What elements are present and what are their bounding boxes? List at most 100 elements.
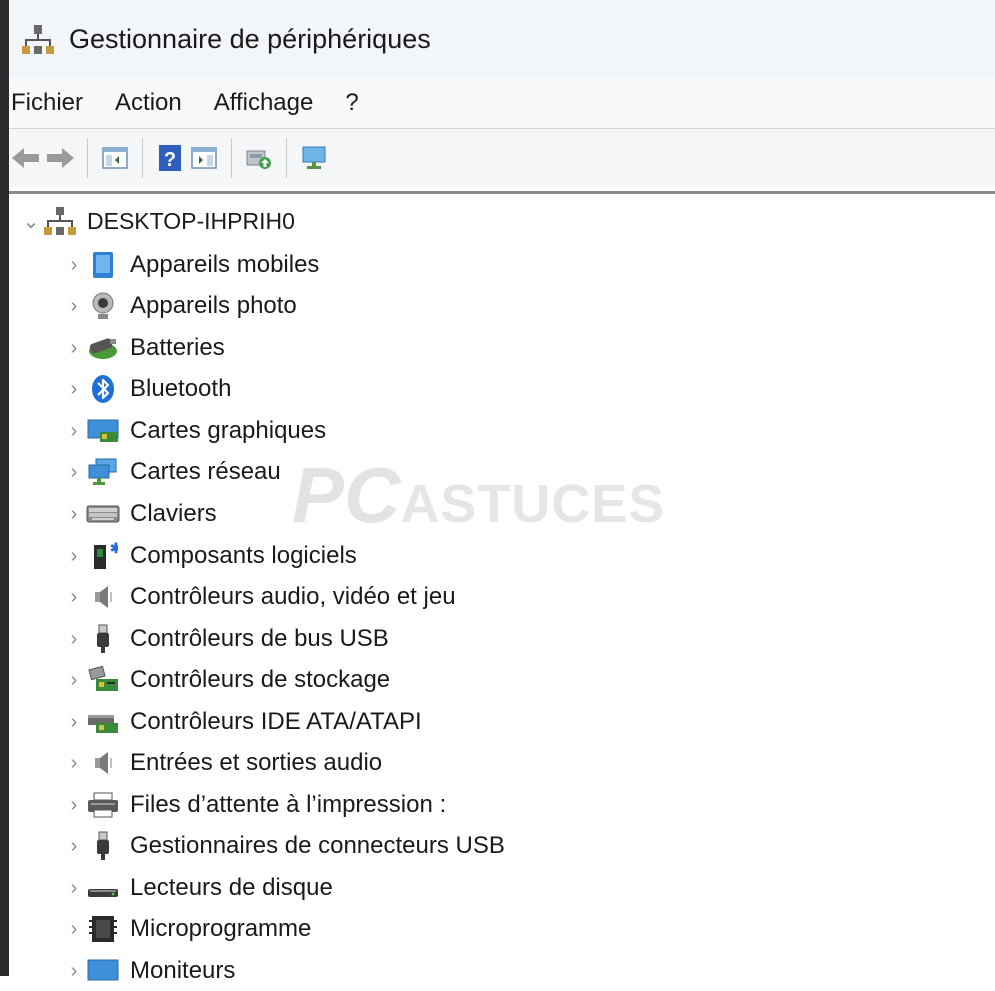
- menu-help[interactable]: ?: [345, 85, 358, 121]
- chevron-right-icon[interactable]: ›: [64, 835, 84, 858]
- tree-item-entrees-sorties-audio[interactable]: › Entrées et sorties audio: [64, 743, 382, 783]
- help-button[interactable]: ?: [153, 141, 187, 175]
- chevron-right-icon[interactable]: ›: [64, 918, 84, 941]
- tree-item-label: Gestionnaires de connecteurs USB: [130, 832, 505, 859]
- show-hide-console-tree-button[interactable]: [98, 141, 132, 175]
- bluetooth-icon: [84, 373, 122, 405]
- usb-plug-icon: [84, 830, 122, 862]
- tree-top-border: [9, 191, 995, 194]
- tree-item-label: Cartes réseau: [130, 458, 281, 485]
- tree-item-bluetooth[interactable]: › Bluetooth: [64, 369, 231, 409]
- display-button[interactable]: [297, 141, 331, 175]
- chevron-right-icon[interactable]: ›: [64, 794, 84, 817]
- tree-item-files-attente-impression[interactable]: › Files d’attente à l’impression :: [64, 785, 446, 825]
- tree-item-label: Entrées et sorties audio: [130, 749, 383, 776]
- tree-item-moniteurs[interactable]: › Moniteurs: [64, 951, 236, 991]
- chevron-right-icon[interactable]: ›: [64, 461, 84, 484]
- chevron-right-icon[interactable]: ›: [64, 545, 84, 568]
- window-left-edge: [0, 0, 9, 976]
- tree-item-controleurs-stockage[interactable]: › Contrôleurs de stockage: [64, 660, 390, 700]
- tree-item-label: Contrôleurs de bus USB: [130, 625, 389, 652]
- speaker-icon: [84, 747, 122, 779]
- tree-item-cartes-graphiques[interactable]: › Cartes graphiques: [64, 411, 326, 451]
- chevron-right-icon[interactable]: ›: [64, 752, 84, 775]
- tree-item-label: Contrôleurs de stockage: [130, 666, 391, 693]
- tree-item-appareils-photo[interactable]: › Appareils photo: [64, 286, 297, 326]
- tree-item-label: Composants logiciels: [130, 542, 357, 569]
- update-driver-button[interactable]: [242, 141, 276, 175]
- back-arrow-icon: [12, 148, 39, 168]
- menu-action[interactable]: Action: [115, 85, 182, 121]
- webcam-icon: [84, 290, 122, 322]
- toolbar-separator: [286, 138, 287, 178]
- toolbar: ?: [9, 128, 995, 187]
- action-pane-button[interactable]: [187, 141, 221, 175]
- software-component-icon: ✱: [84, 540, 122, 572]
- tree-item-label: Contrôleurs IDE ATA/ATAPI: [130, 708, 422, 735]
- tree-item-gestionnaires-connecteurs-usb[interactable]: › Gestionnaires de connecteurs USB: [64, 826, 505, 866]
- tree-item-label: Cartes graphiques: [130, 417, 327, 444]
- computer-network-icon: [41, 205, 79, 237]
- tree-item-label: Batteries: [130, 334, 225, 361]
- toolbar-separator: [142, 138, 143, 178]
- storage-controller-icon: [84, 664, 122, 696]
- chevron-right-icon[interactable]: ›: [64, 254, 84, 277]
- tree-item-controleurs-bus-usb[interactable]: › Contrôleurs de bus USB: [64, 619, 389, 659]
- chevron-right-icon[interactable]: ›: [64, 877, 84, 900]
- menu-fichier[interactable]: Fichier: [11, 85, 83, 121]
- action-pane-icon: [191, 147, 217, 169]
- device-manager-icon: [22, 25, 54, 54]
- toolbar-separator: [231, 138, 232, 178]
- tree-item-label: Claviers: [130, 500, 217, 527]
- chevron-right-icon[interactable]: ›: [64, 337, 84, 360]
- chevron-right-icon[interactable]: ›: [64, 420, 84, 443]
- tree-item-label: Microprogramme: [130, 915, 312, 942]
- device-tree: ⌄ DESKTOP-IHPRIH0 › Appareils mobiles ›: [9, 198, 995, 984]
- display-monitor-icon: [302, 146, 326, 169]
- tree-item-batteries[interactable]: › Batteries: [64, 328, 225, 368]
- tree-root[interactable]: ⌄ DESKTOP-IHPRIH0: [21, 201, 295, 241]
- forward-arrow-icon: [47, 148, 74, 168]
- help-icon: ?: [159, 145, 181, 171]
- tree-item-controleurs-ide[interactable]: › Contrôleurs IDE ATA/ATAPI: [64, 702, 422, 742]
- tree-root-label: DESKTOP-IHPRIH0: [87, 207, 295, 234]
- usb-plug-icon: [84, 623, 122, 655]
- chevron-right-icon[interactable]: ›: [64, 378, 84, 401]
- firmware-chip-icon: [84, 913, 122, 945]
- back-button[interactable]: [9, 141, 43, 175]
- chevron-right-icon[interactable]: ›: [64, 960, 84, 983]
- chevron-right-icon[interactable]: ›: [64, 503, 84, 526]
- tree-item-label: Appareils photo: [130, 292, 297, 319]
- battery-icon: [84, 332, 122, 364]
- chevron-right-icon[interactable]: ›: [64, 628, 84, 651]
- menu-affichage[interactable]: Affichage: [214, 85, 314, 121]
- network-adapter-icon: [84, 456, 122, 488]
- tree-item-appareils-mobiles[interactable]: › Appareils mobiles: [64, 245, 319, 285]
- update-driver-icon: [246, 150, 271, 169]
- speaker-icon: [84, 581, 122, 613]
- tree-item-label: Lecteurs de disque: [130, 874, 333, 901]
- chevron-right-icon[interactable]: ›: [64, 586, 84, 609]
- chevron-right-icon[interactable]: ›: [64, 711, 84, 734]
- keyboard-icon: [84, 498, 122, 530]
- tree-item-cartes-reseau[interactable]: › Cartes réseau: [64, 452, 281, 492]
- tree-item-label: Appareils mobiles: [130, 251, 320, 278]
- monitor-icon: [84, 955, 122, 987]
- show-hide-console-tree-icon: [102, 147, 128, 169]
- tree-item-controleurs-audio-video-jeu[interactable]: › Contrôleurs audio, vidéo et jeu: [64, 577, 456, 617]
- toolbar-separator: [87, 138, 88, 178]
- svg-text:✱: ✱: [110, 541, 118, 556]
- tree-item-microprogramme[interactable]: › Microprogramme: [64, 909, 311, 949]
- svg-text:?: ?: [164, 149, 176, 171]
- chevron-right-icon[interactable]: ›: [64, 295, 84, 318]
- display-adapter-icon: [84, 415, 122, 447]
- forward-button[interactable]: [43, 141, 77, 175]
- tree-item-label: Files d’attente à l’impression :: [130, 791, 447, 818]
- tree-item-lecteurs-disque[interactable]: › Lecteurs de disque: [64, 868, 333, 908]
- tree-item-label: Moniteurs: [130, 957, 236, 984]
- chevron-down-icon[interactable]: ⌄: [21, 209, 41, 234]
- printer-icon: [84, 789, 122, 821]
- chevron-right-icon[interactable]: ›: [64, 669, 84, 692]
- tree-item-claviers[interactable]: › Claviers: [64, 494, 217, 534]
- tree-item-composants-logiciels[interactable]: › ✱ Composants logiciels: [64, 536, 357, 576]
